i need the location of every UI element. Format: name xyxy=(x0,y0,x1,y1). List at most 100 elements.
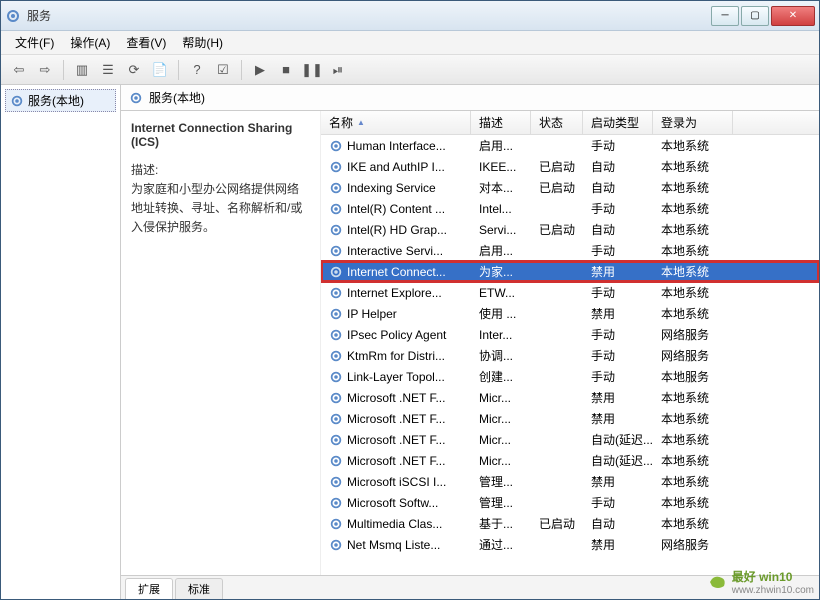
table-row[interactable]: Net Msmq Liste...通过...禁用网络服务 xyxy=(321,534,819,555)
help-button[interactable]: ? xyxy=(185,58,209,82)
gear-icon xyxy=(329,139,343,153)
show-hide-tree-button[interactable]: ▥ xyxy=(70,58,94,82)
service-desc: Micr... xyxy=(471,431,531,449)
maximize-button[interactable]: ▢ xyxy=(741,6,769,26)
toolbar: ⇦ ⇨ ▥ ☰ ⟳ 📄 ? ☑ ▶ ■ ❚❚ ⏯ xyxy=(1,55,819,85)
column-logon-as[interactable]: 登录为 xyxy=(653,111,733,134)
table-row[interactable]: Link-Layer Topol...创建...手动本地服务 xyxy=(321,366,819,387)
column-startup-type[interactable]: 启动类型 xyxy=(583,111,653,134)
service-desc: Micr... xyxy=(471,452,531,470)
forward-button[interactable]: ⇨ xyxy=(33,58,57,82)
refresh-button[interactable]: ⟳ xyxy=(122,58,146,82)
column-status[interactable]: 状态 xyxy=(531,111,583,134)
properties-button[interactable]: ☑ xyxy=(211,58,235,82)
sort-asc-icon: ▲ xyxy=(357,118,365,127)
table-row[interactable]: Multimedia Clas...基于...已启动自动本地系统 xyxy=(321,513,819,534)
service-name: Microsoft iSCSI I... xyxy=(347,475,446,489)
service-status xyxy=(531,207,583,211)
right-pane: 服务(本地) Internet Connection Sharing (ICS)… xyxy=(121,85,819,599)
table-row[interactable]: IP Helper使用 ...禁用本地系统 xyxy=(321,303,819,324)
service-start-type: 手动 xyxy=(583,135,653,156)
panel-header: 服务(本地) xyxy=(121,85,819,111)
table-row[interactable]: IPsec Policy AgentInter...手动网络服务 xyxy=(321,324,819,345)
service-logon: 本地系统 xyxy=(653,513,733,534)
service-name: Intel(R) Content ... xyxy=(347,202,445,216)
service-desc: ETW... xyxy=(471,284,531,302)
gear-icon xyxy=(329,223,343,237)
table-row[interactable]: KtmRm for Distri...协调...手动网络服务 xyxy=(321,345,819,366)
column-description[interactable]: 描述 xyxy=(471,111,531,134)
service-status xyxy=(531,270,583,274)
service-start-type: 手动 xyxy=(583,492,653,513)
service-status: 已启动 xyxy=(531,156,583,177)
services-icon xyxy=(5,8,21,24)
table-row[interactable]: Human Interface...启用...手动本地系统 xyxy=(321,135,819,156)
table-row[interactable]: Internet Explore...ETW...手动本地系统 xyxy=(321,282,819,303)
description-text: 为家庭和小型办公网络提供网络地址转换、寻址、名称解析和/或入侵保护服务。 xyxy=(131,180,310,238)
gear-icon xyxy=(10,94,24,108)
menu-view[interactable]: 查看(V) xyxy=(118,32,174,53)
table-row[interactable]: Microsoft Softw...管理...手动本地系统 xyxy=(321,492,819,513)
service-status xyxy=(531,543,583,547)
service-logon: 本地系统 xyxy=(653,492,733,513)
minimize-button[interactable]: ─ xyxy=(711,6,739,26)
service-status xyxy=(531,438,583,442)
table-row[interactable]: IKE and AuthIP I...IKEE...已启动自动本地系统 xyxy=(321,156,819,177)
service-name: Indexing Service xyxy=(347,181,436,195)
table-row[interactable]: Microsoft .NET F...Micr...自动(延迟...本地系统 xyxy=(321,429,819,450)
service-name: Human Interface... xyxy=(347,139,446,153)
back-button[interactable]: ⇦ xyxy=(7,58,31,82)
close-button[interactable]: ✕ xyxy=(771,6,815,26)
menu-action[interactable]: 操作(A) xyxy=(62,32,118,53)
service-start-type: 自动(延迟... xyxy=(583,450,653,471)
service-status xyxy=(531,501,583,505)
start-button[interactable]: ▶ xyxy=(248,58,272,82)
gear-icon xyxy=(329,538,343,552)
panel-heading: 服务(本地) xyxy=(149,89,205,106)
table-row[interactable]: Microsoft iSCSI I...管理...禁用本地系统 xyxy=(321,471,819,492)
service-logon: 本地系统 xyxy=(653,240,733,261)
service-desc: 启用... xyxy=(471,135,531,156)
service-logon: 本地系统 xyxy=(653,198,733,219)
tab-extended[interactable]: 扩展 xyxy=(125,578,173,599)
details-button[interactable]: ☰ xyxy=(96,58,120,82)
gear-icon xyxy=(329,265,343,279)
service-desc: 管理... xyxy=(471,471,531,492)
service-desc: 基于... xyxy=(471,513,531,534)
menu-help[interactable]: 帮助(H) xyxy=(174,32,231,53)
table-row[interactable]: Indexing Service对本...已启动自动本地系统 xyxy=(321,177,819,198)
table-row[interactable]: Intel(R) Content ...Intel...手动本地系统 xyxy=(321,198,819,219)
selected-service-name: Internet Connection Sharing (ICS) xyxy=(131,121,310,149)
pause-button[interactable]: ❚❚ xyxy=(300,58,324,82)
stop-button[interactable]: ■ xyxy=(274,58,298,82)
gear-icon xyxy=(329,202,343,216)
table-row[interactable]: Microsoft .NET F...Micr...禁用本地系统 xyxy=(321,408,819,429)
service-status: 已启动 xyxy=(531,513,583,534)
menu-file[interactable]: 文件(F) xyxy=(7,32,62,53)
table-row[interactable]: Interactive Servi...启用...手动本地系统 xyxy=(321,240,819,261)
service-logon: 本地系统 xyxy=(653,450,733,471)
watermark-brand: 最好 win10 xyxy=(732,568,814,585)
service-name: Microsoft .NET F... xyxy=(347,433,445,447)
service-status xyxy=(531,249,583,253)
service-desc: Servi... xyxy=(471,221,531,239)
description-label: 描述: xyxy=(131,161,310,178)
table-row[interactable]: Microsoft .NET F...Micr...自动(延迟...本地系统 xyxy=(321,450,819,471)
service-start-type: 禁用 xyxy=(583,408,653,429)
restart-button[interactable]: ⏯ xyxy=(326,58,350,82)
service-status xyxy=(531,417,583,421)
table-row[interactable]: Intel(R) HD Grap...Servi...已启动自动本地系统 xyxy=(321,219,819,240)
column-name[interactable]: 名称▲ xyxy=(321,111,471,134)
gear-icon xyxy=(329,286,343,300)
services-list[interactable]: 名称▲ 描述 状态 启动类型 登录为 Human Interface... 启用.… xyxy=(321,111,819,575)
service-status xyxy=(531,144,583,148)
tree-node-services-local[interactable]: 服务(本地) xyxy=(5,89,116,112)
service-start-type: 自动 xyxy=(583,219,653,240)
service-name: Internet Explore... xyxy=(347,286,442,300)
table-row[interactable]: Microsoft .NET F...Micr...禁用本地系统 xyxy=(321,387,819,408)
table-row[interactable]: Internet Connect...为家...禁用本地系统 xyxy=(321,261,819,282)
service-start-type: 手动 xyxy=(583,345,653,366)
export-button[interactable]: 📄 xyxy=(148,58,172,82)
service-start-type: 禁用 xyxy=(583,471,653,492)
tab-standard[interactable]: 标准 xyxy=(175,578,223,599)
